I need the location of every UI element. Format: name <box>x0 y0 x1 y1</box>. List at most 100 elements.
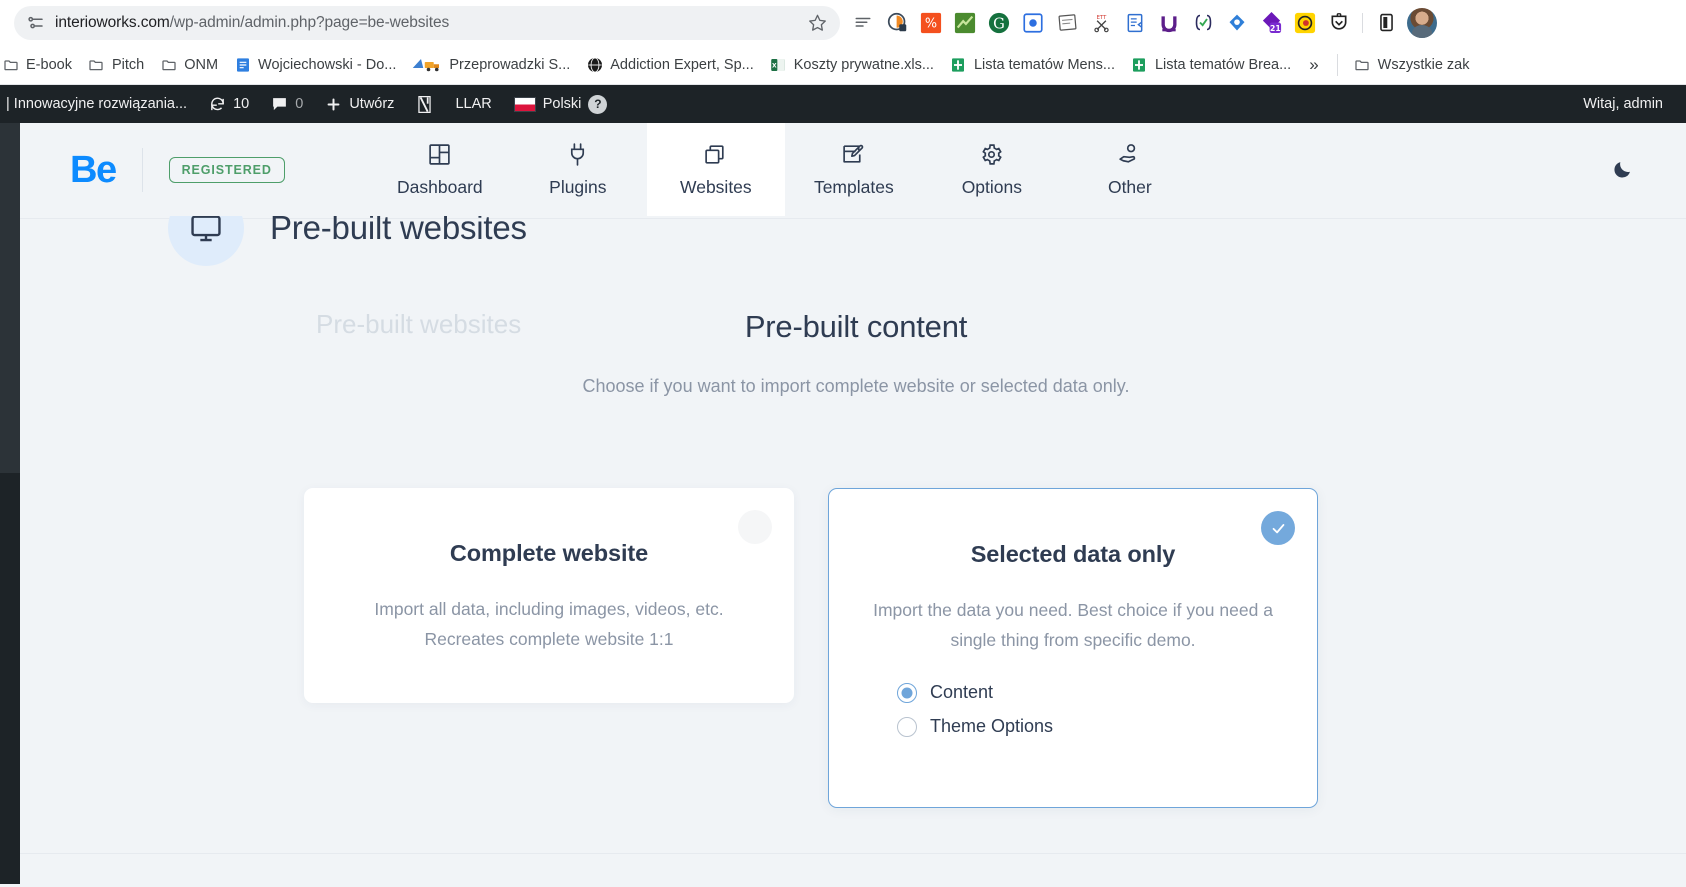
ett-scissors-icon[interactable]: ETT <box>1084 6 1118 40</box>
hand-user-icon <box>1117 142 1142 168</box>
nav-label: Websites <box>680 176 752 197</box>
extensions-puzzle-icon[interactable] <box>1369 6 1403 40</box>
folder-icon <box>160 56 177 73</box>
all-bookmarks-label: Wszystkie zak <box>1377 56 1470 73</box>
svg-text:%: % <box>925 16 937 31</box>
help-question-icon[interactable]: ? <box>588 94 608 114</box>
reading-list-icon[interactable] <box>846 6 880 40</box>
address-bar[interactable]: interioworks.com/wp-admin/admin.php?page… <box>14 5 840 40</box>
plug-icon <box>565 142 590 168</box>
grammarly-icon[interactable]: G <box>982 6 1016 40</box>
bookmarks-overflow-button[interactable]: » <box>1299 51 1328 79</box>
privacy-badger-icon[interactable] <box>880 6 914 40</box>
bookmark-item[interactable]: ONM <box>152 52 226 77</box>
nav-item-options[interactable]: Options <box>923 123 1061 216</box>
wp-admin-bar: | Innowacyjne rozwiązania... 10 0 Utwórz <box>0 85 1686 123</box>
folder-icon <box>1354 56 1371 73</box>
bookmark-star-icon[interactable] <box>806 12 828 34</box>
purple-diamond-21-icon[interactable]: 21 <box>1254 6 1288 40</box>
moving-truck-icon <box>412 56 442 73</box>
card-description: Import the data you need. Best choice if… <box>873 600 1273 651</box>
purple-u-icon[interactable] <box>1152 6 1186 40</box>
wp-llar-label: LLAR <box>455 96 492 112</box>
radio-dot-checked-icon[interactable] <box>897 682 917 703</box>
wp-site-name[interactable]: | Innowacyjne rozwiązania... <box>0 85 198 123</box>
radio-option-theme-options[interactable]: Theme Options <box>897 716 1053 737</box>
poland-flag-icon <box>513 96 536 112</box>
nav-item-other[interactable]: Other <box>1061 123 1199 216</box>
form-edit-icon[interactable] <box>1118 6 1152 40</box>
bookmarks-bar: E-book Pitch ONM Wojciechowski - Do... P… <box>0 45 1686 85</box>
be-logo[interactable]: Be <box>70 151 117 189</box>
bookmark-item[interactable]: Addiction Expert, Sp... <box>578 52 761 77</box>
wp-language[interactable]: Polski ? <box>503 85 619 123</box>
google-docs-icon <box>234 56 251 73</box>
card-complete-website[interactable]: Complete website Import all data, includ… <box>304 488 794 703</box>
empty-circle-icon[interactable] <box>738 510 772 544</box>
bookmark-item[interactable]: X Koszty prywatne.xls... <box>762 52 942 77</box>
nav-item-dashboard[interactable]: Dashboard <box>371 123 509 216</box>
blue-square-icon[interactable] <box>1016 6 1050 40</box>
bookmark-item[interactable]: Pitch <box>80 52 152 77</box>
folder-icon <box>2 56 19 73</box>
notes-sketch-icon[interactable] <box>1050 6 1084 40</box>
license-status-badge: REGISTERED <box>168 156 285 183</box>
excel-icon: X <box>770 56 787 73</box>
nav-item-templates[interactable]: Templates <box>785 123 923 216</box>
moon-icon[interactable] <box>1604 152 1640 188</box>
globe-icon <box>586 56 603 73</box>
code-check-icon[interactable] <box>1186 6 1220 40</box>
check-circle-icon[interactable] <box>1261 511 1295 545</box>
card-title: Selected data only <box>970 541 1176 567</box>
nav-item-websites[interactable]: Websites <box>646 123 785 216</box>
wp-comments[interactable]: 0 <box>260 85 314 123</box>
wp-admin-sidebar[interactable] <box>0 123 20 884</box>
card-selected-data-only[interactable]: Selected data only Import the data you n… <box>828 488 1318 808</box>
omnibox-row: interioworks.com/wp-admin/admin.php?page… <box>0 0 1686 45</box>
wp-account-greeting[interactable]: Witaj, admin <box>1572 85 1674 123</box>
svg-text:X: X <box>772 62 777 69</box>
nav-label: Dashboard <box>397 176 483 197</box>
radio-dot-icon[interactable] <box>897 716 917 737</box>
step-previous-label[interactable]: Pre-built websites <box>316 309 521 340</box>
yoast-icon <box>416 95 433 114</box>
radio-option-content[interactable]: Content <box>897 682 993 703</box>
wp-greeting-label: Witaj, admin <box>1583 96 1663 112</box>
bookmark-item[interactable]: E-book <box>0 52 80 77</box>
wp-yoast[interactable] <box>405 85 444 123</box>
selected-data-options: Content Theme Options <box>869 682 1277 737</box>
bookmark-label: Lista tematów Brea... <box>1154 56 1292 73</box>
nav-item-plugins[interactable]: Plugins <box>509 123 647 216</box>
bookmark-item[interactable]: Przeprowadzki S... <box>404 52 578 77</box>
nav-label: Options <box>961 176 1022 197</box>
seo-percent-icon[interactable]: % <box>914 6 948 40</box>
wp-admin-bar-left: | Innowacyjne rozwiązania... 10 0 Utwórz <box>0 85 618 123</box>
wp-llar[interactable]: LLAR <box>444 85 502 123</box>
yellow-record-icon[interactable] <box>1288 6 1322 40</box>
google-sheets-icon <box>1131 56 1148 73</box>
plus-icon <box>325 96 342 113</box>
svg-text:ETT: ETT <box>1096 15 1106 21</box>
bookmark-label: Wojciechowski - Do... <box>258 56 397 73</box>
wp-new-content[interactable]: Utwórz <box>314 85 405 123</box>
card-title: Complete website <box>449 540 649 566</box>
bookmark-item[interactable]: Lista tematów Mens... <box>942 52 1123 77</box>
wp-sidebar-lower <box>0 473 20 884</box>
profile-avatar[interactable] <box>1407 7 1437 38</box>
browser-chrome: interioworks.com/wp-admin/admin.php?page… <box>0 0 1686 85</box>
bookmark-label: Pitch <box>111 56 145 73</box>
radio-label: Theme Options <box>930 716 1054 737</box>
bookmark-item[interactable]: Lista tematów Brea... <box>1123 52 1299 77</box>
pocket-icon[interactable] <box>1322 6 1356 40</box>
blue-tag-icon[interactable] <box>1220 6 1254 40</box>
svg-text:G: G <box>993 15 1005 32</box>
tune-icon[interactable] <box>26 13 45 32</box>
green-chart-icon[interactable] <box>948 6 982 40</box>
all-bookmarks-button[interactable]: Wszystkie zak <box>1346 52 1478 77</box>
url-domain: interioworks.com <box>55 13 170 31</box>
google-sheets-icon <box>950 56 967 73</box>
wp-updates[interactable]: 10 <box>198 85 260 123</box>
bookmark-item[interactable]: Wojciechowski - Do... <box>226 52 404 77</box>
bookmark-label: Koszty prywatne.xls... <box>793 56 934 73</box>
wp-admin-body: Be REGISTERED Dashboard Plugins Websites… <box>0 123 1686 884</box>
